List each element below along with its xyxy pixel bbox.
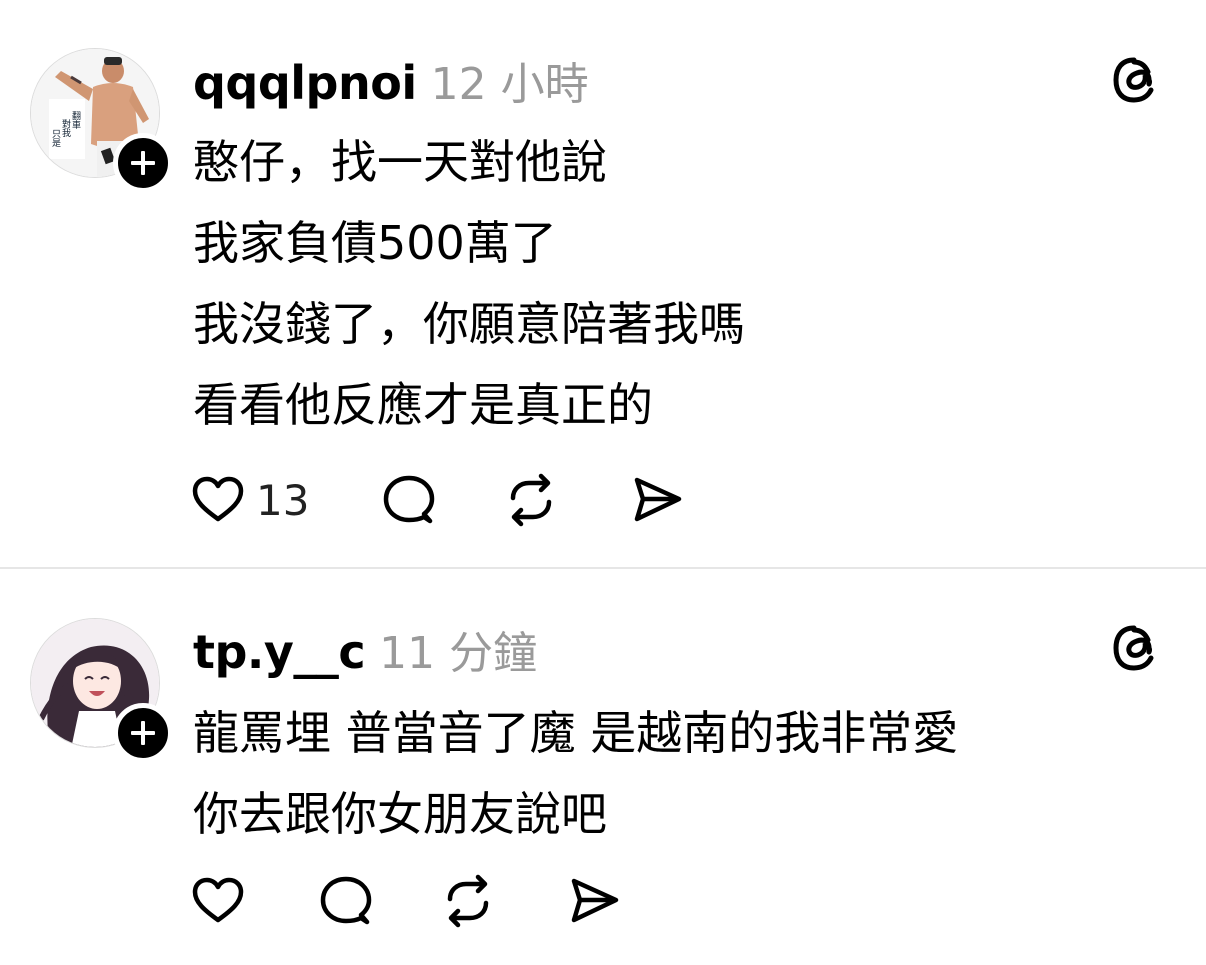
svg-text:只是: 只是	[50, 129, 61, 148]
timestamp: 11 分鐘	[379, 628, 538, 679]
like-count: 13	[256, 475, 310, 525]
repost-icon	[447, 874, 489, 928]
post-header: tp.y__c 11 分鐘	[193, 617, 537, 681]
reply-feed: 翻車 對我 只是 qqqlpnoi 12 小時 憨仔，找一天對他說 我家負債50…	[0, 0, 1206, 965]
threads-logo-icon[interactable]	[1108, 622, 1160, 674]
heart-icon	[192, 476, 244, 522]
comment-icon	[320, 876, 372, 925]
post-line: 我家負債500萬了	[193, 216, 557, 270]
post-body: 憨仔，找一天對他說 我家負債500萬了 我沒錢了，你願意陪著我嗎 看看他反應才是…	[193, 122, 745, 446]
action-bar: 13	[190, 470, 685, 530]
post-line: 看看他反應才是真正的	[193, 378, 653, 432]
repost-button[interactable]	[503, 472, 559, 528]
plus-icon	[131, 721, 155, 745]
share-button[interactable]	[566, 873, 622, 929]
post-body: 龍罵埋 普當音了魔 是越南的我非常愛 你去跟你女朋友說吧	[193, 693, 958, 855]
follow-button[interactable]	[113, 133, 173, 193]
post-line: 我沒錢了，你願意陪著我嗎	[193, 297, 745, 351]
reply-post: tp.y__c 11 分鐘 龍罵埋 普當音了魔 是越南的我非常愛 你去跟你女朋友…	[0, 569, 1206, 965]
share-icon	[635, 477, 682, 522]
like-button[interactable]	[190, 873, 246, 929]
share-button[interactable]	[629, 472, 685, 528]
username[interactable]: tp.y__c	[193, 625, 366, 679]
plus-icon	[131, 151, 155, 175]
share-icon	[571, 878, 619, 923]
like-button[interactable]: 13	[190, 472, 309, 528]
svg-text:翻車: 翻車	[70, 111, 81, 130]
post-header: qqqlpnoi 12 小時	[193, 48, 589, 112]
timestamp: 12 小時	[430, 59, 589, 110]
comment-button[interactable]	[381, 472, 437, 528]
threads-logo-icon[interactable]	[1108, 54, 1160, 106]
svg-text:對我: 對我	[60, 118, 71, 137]
username[interactable]: qqqlpnoi	[193, 56, 417, 110]
post-line: 龍罵埋 普當音了魔 是越南的我非常愛	[193, 706, 959, 760]
repost-icon	[511, 473, 552, 527]
post-line: 憨仔，找一天對他說	[193, 135, 607, 189]
comment-button[interactable]	[318, 873, 374, 929]
follow-button[interactable]	[113, 703, 173, 763]
comment-icon	[384, 475, 435, 524]
heart-icon	[192, 877, 244, 923]
repost-button[interactable]	[440, 873, 496, 929]
reply-post: 翻車 對我 只是 qqqlpnoi 12 小時 憨仔，找一天對他說 我家負債50…	[0, 0, 1206, 567]
post-line: 你去跟你女朋友說吧	[193, 787, 607, 841]
action-bar	[190, 871, 622, 931]
